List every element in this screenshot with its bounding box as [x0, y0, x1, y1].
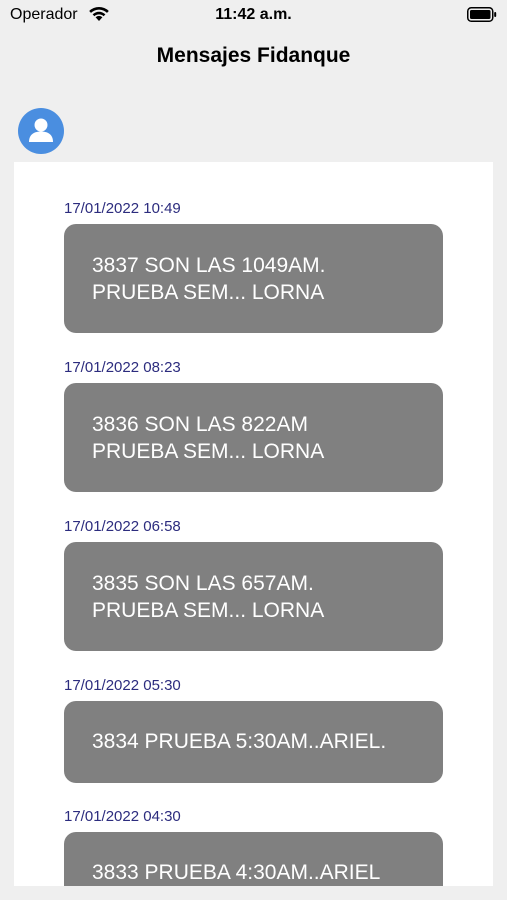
- message-item: 17/01/2022 04:30 3833 PRUEBA 4:30AM..ARI…: [64, 807, 443, 886]
- message-item: 17/01/2022 05:30 3834 PRUEBA 5:30AM..ARI…: [64, 676, 443, 783]
- message-date: 17/01/2022 04:30: [64, 808, 181, 825]
- message-bubble[interactable]: 3835 SON LAS 657AM. PRUEBA SEM... LORNA: [64, 542, 443, 651]
- message-bubble[interactable]: 3836 SON LAS 822AM PRUEBA SEM... LORNA: [64, 383, 443, 492]
- status-time: 11:42 a.m.: [215, 6, 292, 23]
- message-item: 17/01/2022 06:58 3835 SON LAS 657AM. PRU…: [64, 517, 443, 651]
- message-bubble[interactable]: 3833 PRUEBA 4:30AM..ARIEL: [64, 832, 443, 886]
- message-bubble[interactable]: 3834 PRUEBA 5:30AM..ARIEL.: [64, 701, 443, 783]
- messages-list[interactable]: 17/01/2022 10:49 3837 SON LAS 1049AM. PR…: [14, 162, 493, 886]
- page-title: Mensajes Fidanque: [156, 44, 351, 67]
- message-date: 17/01/2022 05:30: [64, 677, 181, 694]
- message-item: 17/01/2022 08:23 3836 SON LAS 822AM PRUE…: [64, 358, 443, 492]
- message-date: 17/01/2022 10:49: [64, 200, 181, 217]
- user-avatar-icon[interactable]: [18, 108, 64, 154]
- message-date: 17/01/2022 08:23: [64, 359, 181, 376]
- message-bubble[interactable]: 3837 SON LAS 1049AM. PRUEBA SEM... LORNA: [64, 224, 443, 333]
- message-date: 17/01/2022 06:58: [64, 518, 181, 535]
- message-item: 17/01/2022 10:49 3837 SON LAS 1049AM. PR…: [64, 199, 443, 333]
- status-bar: Operador 11:42 a.m.: [0, 0, 507, 30]
- screen: Operador 11:42 a.m. Mensajes Fidanque 17…: [0, 0, 507, 900]
- battery-icon: [467, 7, 497, 22]
